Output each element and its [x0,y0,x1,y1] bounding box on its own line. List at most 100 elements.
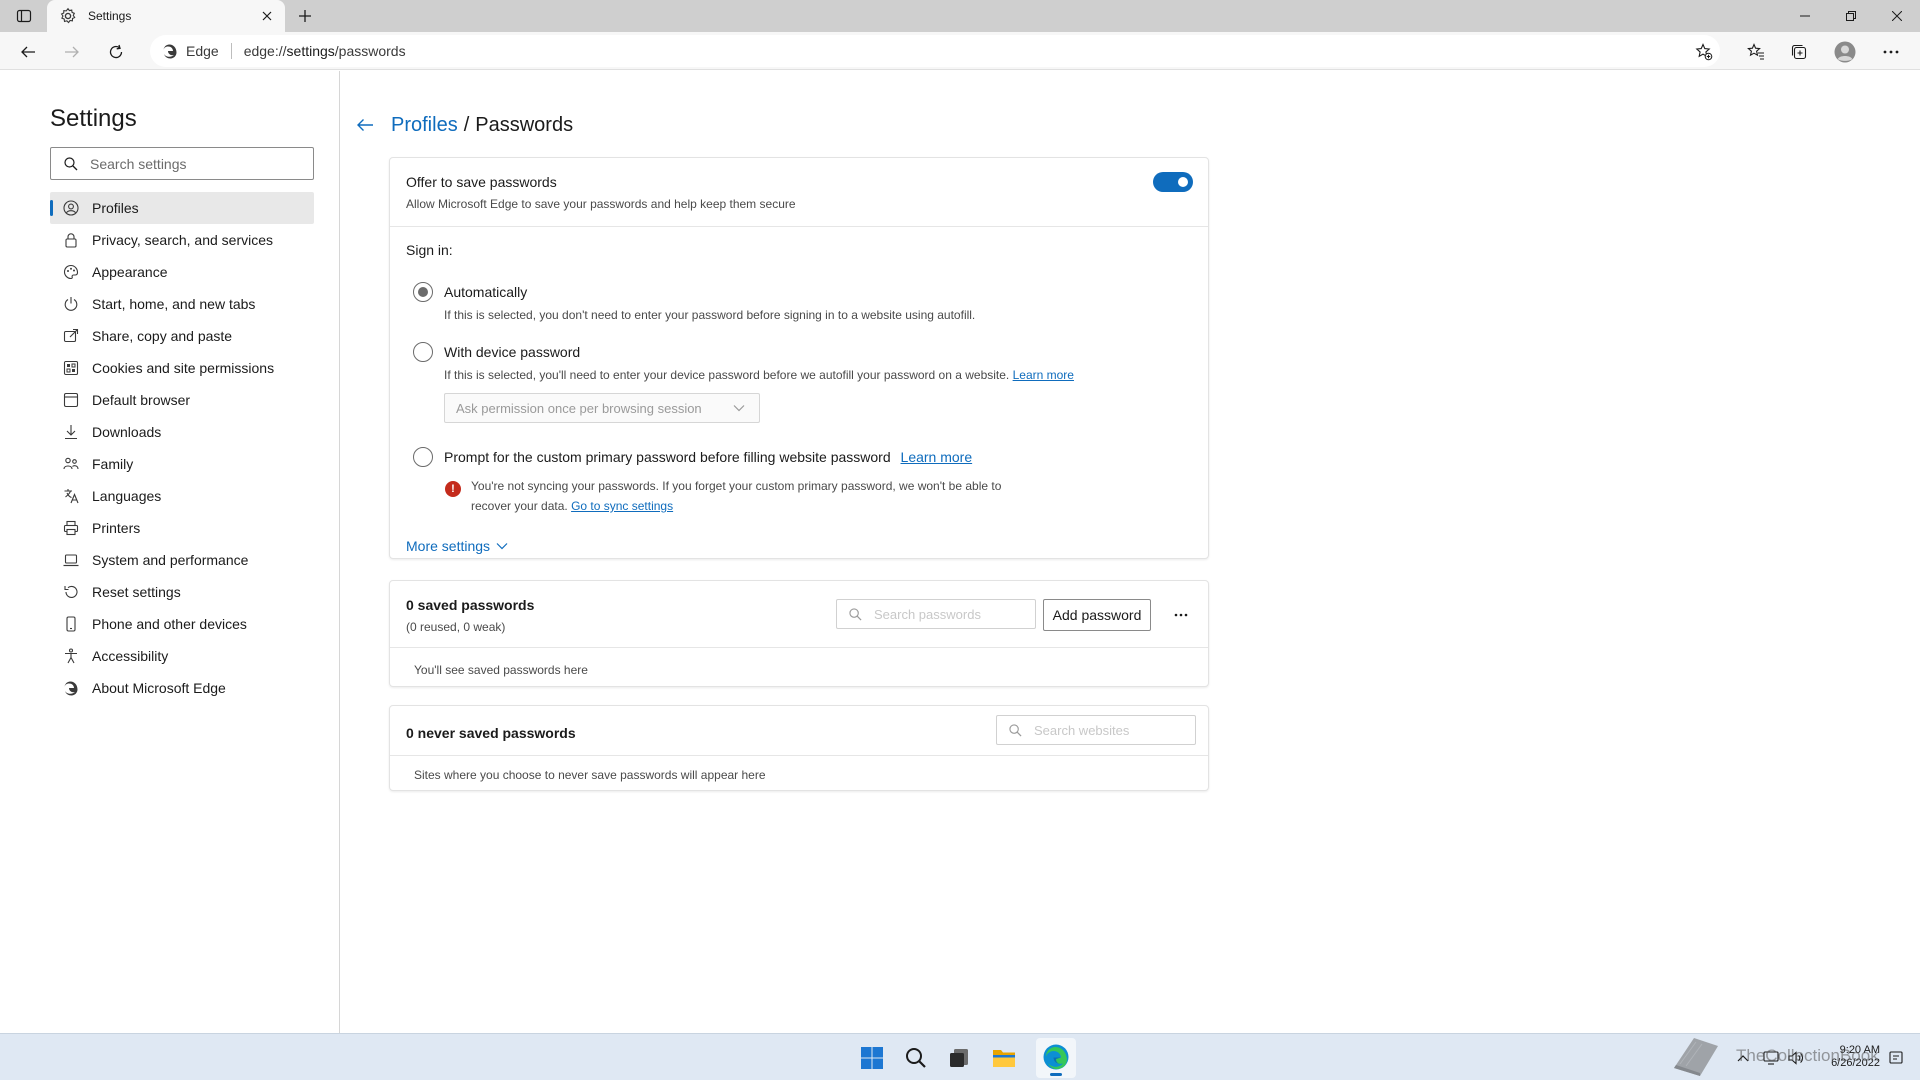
radio-automatically[interactable] [413,282,433,302]
custom-learn-more-link[interactable]: Learn more [901,449,973,465]
back-arrow-icon[interactable] [355,115,375,135]
more-settings-button[interactable]: More settings [406,538,508,554]
automatically-description: If this is selected, you don't need to e… [444,308,976,322]
power-icon [64,297,78,311]
sidebar-item-cookies[interactable]: Cookies and site permissions [50,352,314,384]
breadcrumb: Profiles / Passwords [355,113,573,137]
tab-actions-icon[interactable] [12,6,36,26]
more-actions-icon[interactable] [1167,601,1195,629]
auth-frequency-select: Ask permission once per browsing session [444,393,760,423]
forward-arrow-icon[interactable] [58,38,86,66]
sidebar-item-label: Reset settings [92,584,181,600]
sidebar-item-label: Downloads [92,424,162,440]
notifications-icon[interactable] [1888,1050,1904,1066]
sidebar-item-label: Appearance [92,264,168,280]
close-icon[interactable] [257,6,277,26]
offer-save-toggle[interactable] [1153,172,1193,192]
sidebar-item-languages[interactable]: Languages [50,480,314,512]
offer-save-subtitle: Allow Microsoft Edge to save your passwo… [406,197,796,211]
settings-main: Profiles / Passwords Offer to save passw… [341,71,1920,1033]
device-password-description: If this is selected, you'll need to ente… [444,368,1074,382]
sidebar-item-share[interactable]: Share, copy and paste [50,320,314,352]
favorites-icon[interactable] [1742,38,1770,66]
password-settings-card: Offer to save passwords Allow Microsoft … [389,157,1209,559]
sidebar-item-phone[interactable]: Phone and other devices [50,608,314,640]
radio-device-password[interactable] [413,342,433,362]
sidebar-item-downloads[interactable]: Downloads [50,416,314,448]
sidebar-item-profiles[interactable]: Profiles [50,192,314,224]
back-arrow-icon[interactable] [14,38,42,66]
browser-tab[interactable]: Settings [47,0,285,32]
watermark-text: TheCollectionBook [1736,1046,1879,1065]
permissions-icon [63,360,79,376]
sidebar-item-label: Printers [92,520,141,536]
site-info[interactable]: Edge [162,43,219,59]
edge-icon [64,681,78,696]
address-bar[interactable]: Edge edge://settings/passwords [150,35,1720,67]
sidebar-title: Settings [50,105,137,132]
sidebar-item-default-browser[interactable]: Default browser [50,384,314,416]
language-icon [64,489,79,504]
error-icon: ! [445,481,461,497]
sidebar-item-printers[interactable]: Printers [50,512,314,544]
more-settings-label: More settings [406,538,491,554]
accessibility-icon [65,648,77,664]
sidebar-item-label: Phone and other devices [92,616,247,632]
collections-icon[interactable] [1785,38,1813,66]
sidebar-item-family[interactable]: Family [50,448,314,480]
search-websites-input[interactable] [1032,721,1172,739]
edge-icon [163,44,177,59]
page-title: Passwords [475,113,574,136]
file-explorer-icon[interactable] [990,1044,1018,1072]
settings-search-box[interactable] [50,147,314,180]
phone-icon [66,616,76,632]
sidebar-item-reset[interactable]: Reset settings [50,576,314,608]
sidebar-item-label: Cookies and site permissions [92,360,275,376]
sidebar-item-label: Start, home, and new tabs [92,296,256,312]
add-favorite-icon[interactable] [1690,38,1718,66]
sidebar-item-privacy[interactable]: Privacy, search, and services [50,224,314,256]
sync-settings-link[interactable]: Go to sync settings [571,499,673,513]
taskbar: 9:20 AM 6/26/2022 [0,1033,1920,1080]
radio-custom-primary-password[interactable] [413,447,433,467]
windows-start-icon[interactable] [858,1044,886,1072]
edge-taskbar-button[interactable] [1036,1038,1076,1078]
device-learn-more-link[interactable]: Learn more [1013,368,1074,382]
sidebar-item-accessibility[interactable]: Accessibility [50,640,314,672]
settings-nav: Profiles Privacy, search, and services A… [50,192,314,704]
settings-sidebar: Settings Profiles Privacy, search, and s… [0,71,340,1033]
search-icon [1009,723,1022,736]
task-view-icon[interactable] [945,1044,973,1072]
settings-search-input[interactable] [88,154,288,173]
refresh-icon[interactable] [102,38,130,66]
sidebar-item-system[interactable]: System and performance [50,544,314,576]
printer-icon [63,520,79,536]
radio-custom-primary-password-label[interactable]: Prompt for the custom primary password b… [444,449,972,465]
divider [390,226,1208,227]
reset-icon [64,585,78,598]
avatar[interactable] [1831,38,1859,66]
new-tab-button[interactable] [294,5,316,27]
restore-button[interactable] [1828,0,1874,32]
auth-frequency-value: Ask permission once per browsing session [456,400,702,416]
breadcrumb-profiles-link[interactable]: Profiles [391,114,458,137]
radio-device-password-label[interactable]: With device password [444,344,580,360]
search-passwords-input[interactable] [872,605,1012,623]
close-window-button[interactable] [1874,0,1920,32]
url-text[interactable]: edge://settings/passwords [244,43,406,59]
sidebar-item-start-home[interactable]: Start, home, and new tabs [50,288,314,320]
search-websites-box[interactable] [996,715,1196,745]
sidebar-item-label: System and performance [92,552,249,568]
more-options-icon[interactable] [1877,38,1905,66]
sidebar-item-label: Privacy, search, and services [92,232,274,248]
sidebar-item-label: Languages [92,488,162,504]
search-icon[interactable] [902,1044,930,1072]
sidebar-item-appearance[interactable]: Appearance [50,256,314,288]
sync-warning-text: You're not syncing your passwords. If yo… [471,479,1002,513]
sidebar-item-about[interactable]: About Microsoft Edge [50,672,314,704]
search-passwords-box[interactable] [836,599,1036,629]
sign-in-label: Sign in: [406,242,453,258]
minimize-button[interactable] [1782,0,1828,32]
add-password-button[interactable]: Add password [1043,599,1151,631]
radio-automatically-label[interactable]: Automatically [444,284,527,300]
